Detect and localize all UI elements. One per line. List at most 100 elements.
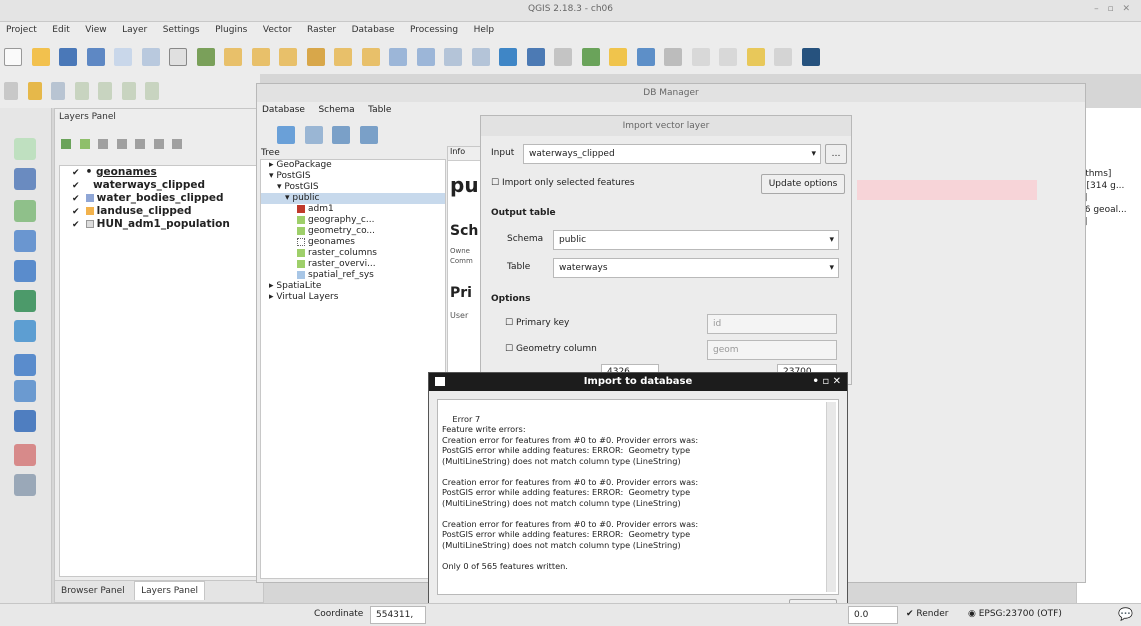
primary-key-checkbox[interactable]: ☐ Primary key xyxy=(505,318,569,328)
node-tool-icon[interactable] xyxy=(121,82,136,100)
toolbox-item[interactable]: s] xyxy=(1079,216,1127,228)
tree-node[interactable]: ▸ GeoPackage xyxy=(261,160,445,171)
messages-icon[interactable]: 💬 xyxy=(1118,607,1133,621)
new-project-icon[interactable] xyxy=(4,48,22,66)
tree-node[interactable]: geometry_co... xyxy=(261,226,445,237)
refresh-icon[interactable] xyxy=(277,126,295,144)
open-attribute-table-icon[interactable] xyxy=(636,48,655,66)
print-composer-icon[interactable] xyxy=(114,48,132,66)
crs-button[interactable]: ◉ EPSG:23700 (OTF) xyxy=(968,609,1062,619)
schema-select[interactable]: public ▾ xyxy=(553,230,839,250)
new-layer-icon[interactable] xyxy=(14,410,36,432)
add-mssql-icon[interactable] xyxy=(14,380,36,402)
move-feature-icon[interactable] xyxy=(98,82,112,100)
zoom-in-icon[interactable] xyxy=(224,48,242,66)
add-raster-layer-icon[interactable] xyxy=(14,168,36,190)
gps-icon[interactable] xyxy=(14,474,36,496)
render-checkbox[interactable]: ✔ Render xyxy=(906,609,948,619)
rotation-input[interactable]: 0.0 xyxy=(848,606,898,624)
tree-node[interactable]: adm1 xyxy=(261,204,445,215)
window-controls[interactable]: – ▫ ✕ xyxy=(1094,4,1133,14)
browse-button[interactable]: … xyxy=(825,144,847,164)
zoom-next-icon[interactable] xyxy=(389,48,407,66)
import-selected-checkbox[interactable]: ☐ Import only selected features xyxy=(491,178,635,188)
tree-node[interactable]: ▾ PostGIS xyxy=(261,171,445,182)
filter-legend-icon[interactable] xyxy=(116,139,127,149)
composer-manager-icon[interactable] xyxy=(141,48,160,66)
export-layer-icon[interactable] xyxy=(359,126,378,144)
add-postgis-icon[interactable] xyxy=(14,354,36,376)
expand-all-icon[interactable] xyxy=(135,139,145,149)
geometry-column-checkbox[interactable]: ☐ Geometry column xyxy=(505,344,597,354)
open-layer-styling-icon[interactable] xyxy=(61,139,71,149)
tree-node[interactable]: ▾ PostGIS xyxy=(261,182,445,193)
tree-node-selected[interactable]: ▾ public xyxy=(261,193,445,204)
toolbox-item[interactable]: rithms] xyxy=(1079,168,1127,180)
zoom-full-icon[interactable] xyxy=(279,48,297,66)
add-delimited-text-icon[interactable] xyxy=(14,200,36,222)
pan-icon[interactable] xyxy=(169,48,187,66)
manage-themes-icon[interactable] xyxy=(98,139,108,149)
bookmark-icon[interactable] xyxy=(444,48,462,66)
menu-database[interactable]: Database xyxy=(257,103,310,117)
add-vector-layer-icon[interactable] xyxy=(14,138,36,160)
action-icon[interactable] xyxy=(554,48,572,66)
add-spatialite-icon[interactable] xyxy=(14,230,36,252)
tab-browser-panel[interactable]: Browser Panel xyxy=(55,582,131,600)
field-calculator-icon[interactable] xyxy=(664,48,682,66)
input-layer-select[interactable]: waterways_clipped ▾ xyxy=(523,144,821,164)
add-virtual-layer-icon[interactable] xyxy=(14,444,36,466)
layer-item[interactable]: ✔ water_bodies_clipped xyxy=(60,192,258,205)
python-console-icon[interactable] xyxy=(801,48,820,66)
menu-vector[interactable]: Vector xyxy=(257,23,298,37)
menu-project[interactable]: Project xyxy=(0,23,43,37)
delete-selected-icon[interactable] xyxy=(145,82,159,100)
menu-schema[interactable]: Schema xyxy=(313,103,359,117)
tree-node[interactable]: raster_columns xyxy=(261,248,445,259)
zoom-last-icon[interactable] xyxy=(361,48,380,66)
layer-item[interactable]: ✔ landuse_clipped xyxy=(60,205,258,218)
checkbox-icon[interactable]: ✔ xyxy=(72,219,82,232)
refresh-icon[interactable] xyxy=(499,48,517,66)
menu-raster[interactable]: Raster xyxy=(301,23,342,37)
menu-table[interactable]: Table xyxy=(363,103,396,117)
tree-node[interactable]: spatial_ref_sys xyxy=(261,270,445,281)
pan-to-selection-icon[interactable] xyxy=(196,48,215,66)
primary-key-input[interactable]: id xyxy=(707,314,837,334)
tree-node[interactable]: raster_overvi... xyxy=(261,259,445,270)
table-select[interactable]: waterways ▾ xyxy=(553,258,839,278)
tab-layers-panel[interactable]: Layers Panel xyxy=(134,581,206,600)
menu-processing[interactable]: Processing xyxy=(404,23,464,37)
coordinate-input[interactable]: 554311, xyxy=(370,606,426,624)
menu-database[interactable]: Database xyxy=(346,23,401,37)
identify-icon[interactable] xyxy=(526,48,545,66)
remove-layer-icon[interactable] xyxy=(172,139,182,149)
layer-item[interactable]: ✔ • geonames xyxy=(60,166,258,179)
toolbox-item[interactable]: s [314 g... xyxy=(1079,180,1127,192)
collapse-all-icon[interactable] xyxy=(153,139,164,149)
menu-settings[interactable]: Settings xyxy=(157,23,206,37)
statistics-icon[interactable] xyxy=(691,48,710,66)
toggle-editing-icon[interactable] xyxy=(27,82,42,100)
menu-view[interactable]: View xyxy=(79,23,112,37)
layer-item[interactable]: ✔ waterways_clipped xyxy=(60,179,258,192)
tree-node[interactable]: ▸ Virtual Layers xyxy=(261,292,445,303)
zoom-layer-icon[interactable] xyxy=(306,48,325,66)
menu-edit[interactable]: Edit xyxy=(46,23,75,37)
update-options-button[interactable]: Update options xyxy=(761,174,845,194)
tree-node[interactable]: ▸ SpatiaLite xyxy=(261,281,445,292)
zoom-selection-icon[interactable] xyxy=(334,48,352,66)
tree-node[interactable]: geography_c... xyxy=(261,215,445,226)
import-layer-icon[interactable] xyxy=(332,126,350,144)
map-tips-icon[interactable] xyxy=(746,48,765,66)
show-bookmarks-icon[interactable] xyxy=(471,48,490,66)
text-annotation-icon[interactable] xyxy=(774,48,792,66)
open-project-icon[interactable] xyxy=(31,48,50,66)
add-wms-icon[interactable] xyxy=(14,260,36,282)
menu-plugins[interactable]: Plugins xyxy=(209,23,253,37)
add-feature-icon[interactable] xyxy=(74,82,89,100)
zoom-out-icon[interactable] xyxy=(251,48,270,66)
select-features-icon[interactable] xyxy=(581,48,600,66)
vertical-scrollbar[interactable] xyxy=(826,402,836,592)
toolbox-item[interactable]: s] xyxy=(1079,192,1127,204)
